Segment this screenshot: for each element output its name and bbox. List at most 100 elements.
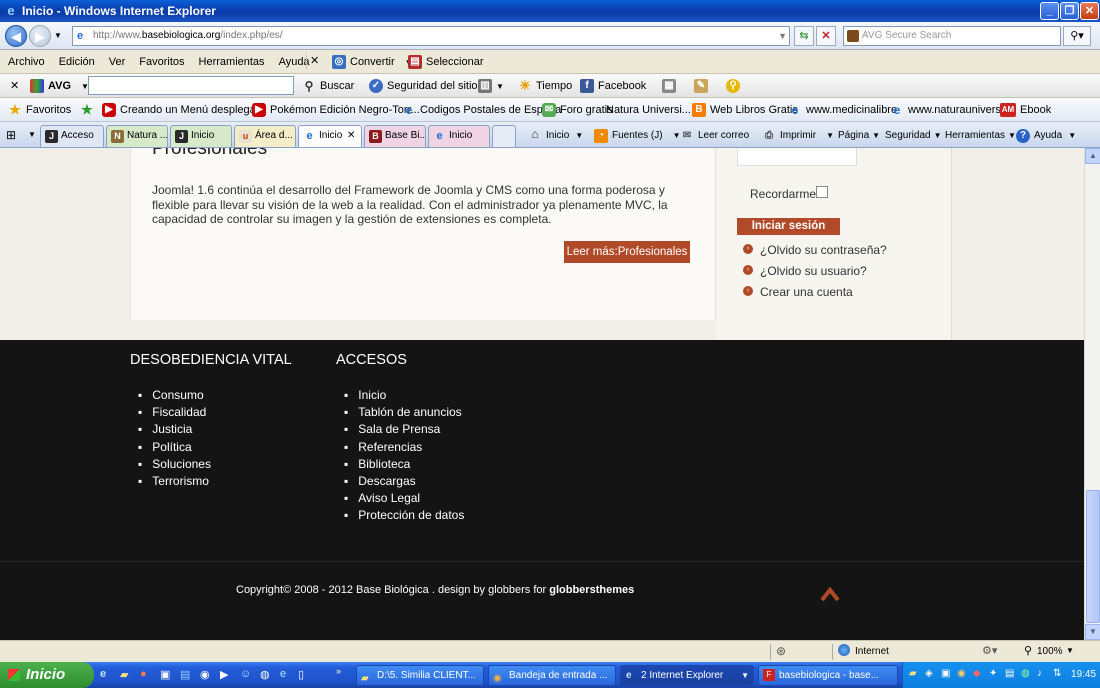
footer-link-referencias[interactable]: ▪ Referencias bbox=[344, 439, 464, 456]
footer-link-justicia[interactable]: ▪ Justicia bbox=[138, 421, 211, 438]
cmd-pagina-button[interactable]: Página ▼ bbox=[838, 126, 880, 146]
tab-acceso[interactable]: J Acceso bbox=[40, 125, 104, 147]
new-tab-button[interactable] bbox=[492, 125, 516, 147]
notepad-icon[interactable]: ✎ bbox=[694, 79, 708, 93]
favorite-link[interactable]: Natura Universi... bbox=[600, 98, 697, 122]
cmd-leer-correo-button[interactable]: ✉ Leer correo bbox=[680, 126, 749, 146]
quicklaunch-app-icon[interactable]: ▣ bbox=[160, 668, 170, 681]
tiempo-button[interactable]: ☀ Tiempo bbox=[512, 74, 578, 98]
quicklaunch-tool-icon[interactable]: ◍ bbox=[260, 668, 270, 681]
tray-icon[interactable]: ▣ bbox=[941, 668, 950, 679]
search-icon[interactable]: ⚲▾ bbox=[1063, 26, 1091, 46]
quick-tabs-icon[interactable]: ⊞ bbox=[6, 128, 16, 142]
quicklaunch-browser-icon[interactable]: ● bbox=[140, 668, 147, 680]
cmd-herramientas-button[interactable]: Herramientas ▼ bbox=[945, 126, 1016, 146]
calculator-icon[interactable]: ▦ bbox=[662, 79, 676, 93]
footer-link-terrorismo[interactable]: ▪ Terrorismo bbox=[138, 473, 211, 490]
scroll-thumb[interactable] bbox=[1086, 490, 1100, 623]
tab-base-bi[interactable]: B Base Bi... bbox=[364, 125, 426, 147]
tab-inicio-active[interactable]: e Inicio ✕ bbox=[298, 125, 362, 147]
search-globe-icon[interactable]: ⚲ bbox=[726, 79, 740, 93]
refresh-icon[interactable]: ⇆ bbox=[794, 26, 814, 46]
task-basebiologica[interactable]: Fbasebiologica - base... bbox=[758, 665, 898, 686]
close-toolbar-icon[interactable]: ✕ bbox=[310, 54, 319, 67]
privacy-icon[interactable]: ⊛ bbox=[776, 644, 786, 658]
address-input[interactable]: e http://www.basebiologica.org/index.php… bbox=[72, 26, 790, 46]
tray-network-icon[interactable]: ⇅ bbox=[1053, 668, 1061, 679]
tray-icon[interactable]: ♪ bbox=[1037, 668, 1042, 679]
footer-link-tablon[interactable]: ▪ Tablón de anuncios bbox=[344, 404, 464, 421]
stop-icon[interactable]: ✕ bbox=[816, 26, 836, 46]
history-dropdown-icon[interactable]: ▼ bbox=[54, 31, 62, 40]
remember-checkbox[interactable] bbox=[816, 186, 828, 198]
quicklaunch-media-icon[interactable]: ◉ bbox=[200, 668, 210, 681]
close-button[interactable]: ✕ bbox=[1080, 2, 1099, 20]
minimize-button[interactable]: _ bbox=[1040, 2, 1059, 20]
cmd-ayuda-button[interactable]: ? Ayuda ▼ bbox=[1016, 126, 1076, 146]
footer-link-soluciones[interactable]: ▪ Soluciones bbox=[138, 456, 211, 473]
quicklaunch-folder-icon[interactable]: ▰ bbox=[120, 668, 128, 681]
menu-favoritos[interactable]: Favoritos bbox=[132, 50, 191, 74]
tab-close-icon[interactable]: ✕ bbox=[347, 126, 355, 146]
facebook-button[interactable]: f Facebook bbox=[574, 74, 652, 98]
zoom-icon[interactable]: ⚲ bbox=[1024, 644, 1032, 657]
tab-natura[interactable]: N Natura ... bbox=[106, 125, 168, 147]
footer-link-fiscalidad[interactable]: ▪ Fiscalidad bbox=[138, 404, 211, 421]
add-favorite-icon[interactable]: ★ bbox=[80, 103, 94, 117]
tab-area[interactable]: u Área d... bbox=[234, 125, 296, 147]
cmd-seguridad-button[interactable]: Seguridad ▼ bbox=[885, 126, 942, 146]
maximize-button[interactable]: ❐ bbox=[1060, 2, 1079, 20]
tray-icon[interactable]: ◈ bbox=[925, 668, 933, 679]
tab-inicio[interactable]: e Inicio bbox=[428, 125, 490, 147]
globbersthemes-link[interactable]: globbersthemes bbox=[549, 584, 634, 596]
quicklaunch-player-icon[interactable]: ▶ bbox=[220, 668, 228, 681]
scroll-up-icon[interactable]: ▲ bbox=[1085, 148, 1100, 164]
footer-link-inicio[interactable]: ▪ Inicio bbox=[344, 387, 464, 404]
password-field[interactable] bbox=[737, 148, 857, 166]
footer-link-sala-prensa[interactable]: ▪ Sala de Prensa bbox=[344, 421, 464, 438]
quicklaunch-desktop-icon[interactable]: ▤ bbox=[180, 668, 190, 681]
tray-icon[interactable]: ◍ bbox=[1021, 668, 1030, 679]
tray-icon[interactable]: ▰ bbox=[909, 668, 917, 679]
zoom-level[interactable]: 100% bbox=[1037, 646, 1063, 657]
footer-link-aviso-legal[interactable]: ▪ Aviso Legal bbox=[344, 490, 464, 507]
quicklaunch-ie-icon[interactable]: e bbox=[100, 668, 106, 680]
forgot-username-link[interactable]: ¿Olvido su usuario? bbox=[760, 264, 867, 278]
footer-link-consumo[interactable]: ▪ Consumo bbox=[138, 387, 211, 404]
task-explorer[interactable]: ▰ D:\5. Similia CLIENT... bbox=[356, 665, 484, 686]
footer-link-proteccion-datos[interactable]: ▪ Protección de datos bbox=[344, 507, 464, 524]
window-titlebar[interactable]: e Inicio - Windows Internet Explorer _ ❐… bbox=[0, 0, 1100, 22]
close-avg-toolbar-icon[interactable]: ✕ bbox=[10, 79, 19, 92]
scroll-down-icon[interactable]: ▼ bbox=[1085, 624, 1100, 640]
favorite-link[interactable]: AM Ebook bbox=[994, 98, 1057, 122]
protected-mode-icon[interactable]: ⚙▾ bbox=[982, 644, 997, 657]
clock[interactable]: 19:45 bbox=[1071, 669, 1096, 680]
start-button[interactable]: Inicio bbox=[0, 662, 94, 688]
cmd-inicio-button[interactable]: ⌂ Inicio ▼ bbox=[528, 126, 583, 146]
url-dropdown-icon[interactable]: ▼ bbox=[778, 27, 787, 45]
footer-link-descargas[interactable]: ▪ Descargas bbox=[344, 473, 464, 490]
task-mail[interactable]: ◉ Bandeja de entrada ... bbox=[488, 665, 616, 686]
quicklaunch-ie2-icon[interactable]: e bbox=[280, 668, 286, 680]
back-button[interactable]: ◀ bbox=[5, 25, 27, 47]
page-scrollbar[interactable]: ▲ ▼ bbox=[1084, 148, 1100, 640]
quicklaunch-device-icon[interactable]: ▯ bbox=[298, 668, 304, 681]
tray-icon[interactable]: ✦ bbox=[989, 668, 997, 679]
avg-search-input[interactable] bbox=[88, 76, 294, 95]
footer-link-biblioteca[interactable]: ▪ Biblioteca bbox=[344, 456, 464, 473]
seleccionar-button[interactable]: ▤ Seleccionar bbox=[402, 50, 489, 74]
tab-inicio[interactable]: J Inicio bbox=[170, 125, 232, 147]
login-button[interactable]: Iniciar sesión bbox=[737, 218, 840, 235]
menu-edicion[interactable]: Edición bbox=[52, 50, 102, 74]
tab-list-icon[interactable]: ▼ bbox=[28, 130, 36, 139]
footer-link-politica[interactable]: ▪ Política bbox=[138, 439, 211, 456]
forgot-password-link[interactable]: ¿Olvido su contraseña? bbox=[760, 243, 887, 257]
menu-herramientas[interactable]: Herramientas bbox=[192, 50, 272, 74]
zoom-dropdown-icon[interactable]: ▼ bbox=[1066, 646, 1074, 655]
cmd-imprimir-button[interactable]: ⎙ Imprimir ▼ bbox=[762, 126, 834, 146]
tray-icon[interactable]: ▤ bbox=[1005, 668, 1014, 679]
back-to-top-icon[interactable] bbox=[820, 584, 840, 602]
task-ie[interactable]: e2 Internet Explorer ▼ bbox=[620, 665, 754, 686]
forward-button[interactable]: ▶ bbox=[29, 25, 51, 47]
favoritos-button[interactable]: ★ Favoritos bbox=[2, 98, 77, 122]
